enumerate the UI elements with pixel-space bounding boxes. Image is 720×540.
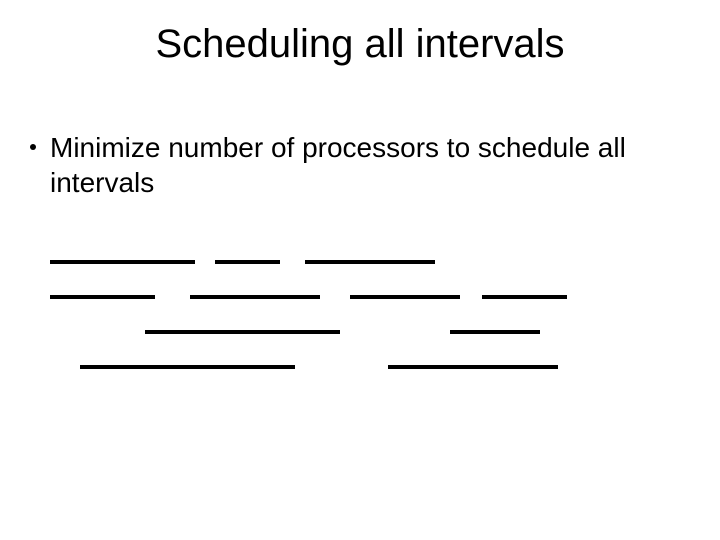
interval-bar [50, 295, 155, 299]
interval-bar [350, 295, 460, 299]
bullet-item: Minimize number of processors to schedul… [30, 130, 670, 200]
interval-bar [305, 260, 435, 264]
interval-bar [80, 365, 295, 369]
interval-bar [190, 295, 320, 299]
interval-bar [388, 365, 558, 369]
bullet-text: Minimize number of processors to schedul… [50, 130, 670, 200]
interval-bar [145, 330, 340, 334]
slide: Scheduling all intervals Minimize number… [0, 0, 720, 540]
interval-bar [450, 330, 540, 334]
bullet-dot-icon [30, 144, 36, 150]
interval-diagram [50, 260, 670, 430]
interval-bar [482, 295, 567, 299]
slide-body: Minimize number of processors to schedul… [30, 130, 670, 200]
interval-bar [50, 260, 195, 264]
interval-bar [215, 260, 280, 264]
slide-title: Scheduling all intervals [0, 22, 720, 67]
